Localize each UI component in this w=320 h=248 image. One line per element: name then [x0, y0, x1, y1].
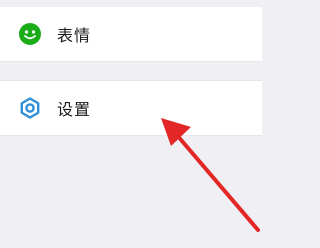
emoji-smile-icon	[18, 22, 42, 46]
gear-icon	[18, 96, 42, 120]
menu-item-label: 表情	[57, 26, 92, 45]
top-spacer	[0, 0, 262, 7]
settings-list-screen: 表情 设置	[0, 0, 262, 248]
menu-item-emoji[interactable]: 表情	[0, 7, 262, 62]
menu-item-label: 设置	[57, 100, 92, 119]
menu-item-settings[interactable]: 设置	[0, 80, 262, 136]
